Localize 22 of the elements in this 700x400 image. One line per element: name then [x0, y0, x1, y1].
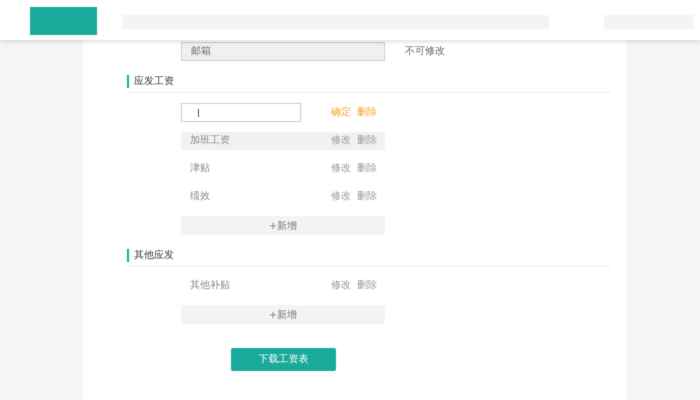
action-link[interactable]: 修改: [331, 191, 351, 203]
action-link[interactable]: 删除: [357, 280, 377, 292]
download-button[interactable]: 下载工资表: [231, 348, 336, 370]
action-link[interactable]: 修改: [331, 135, 351, 147]
item-label: 其他补贴: [190, 280, 230, 292]
add-button[interactable]: +新增: [181, 305, 385, 324]
action-link[interactable]: 删除: [357, 135, 377, 147]
add-button[interactable]: +新增: [181, 216, 385, 235]
section-title: 应发工资: [127, 75, 174, 88]
item-label: 绩效: [190, 191, 210, 203]
section-title: 其他应发: [127, 249, 174, 262]
field-note: 不可修改: [405, 46, 445, 58]
action-link[interactable]: 确定: [331, 106, 351, 118]
action-link[interactable]: 删除: [357, 191, 377, 203]
item-label: 加班工资: [190, 135, 230, 147]
action-link[interactable]: 删除: [357, 163, 377, 175]
input-field[interactable]: [181, 103, 301, 122]
action-link[interactable]: 修改: [331, 280, 351, 292]
email-field[interactable]: 邮箱: [181, 42, 385, 61]
item-label: 津贴: [190, 163, 210, 175]
action-link[interactable]: 删除: [357, 106, 377, 118]
action-link[interactable]: 修改: [331, 163, 351, 175]
